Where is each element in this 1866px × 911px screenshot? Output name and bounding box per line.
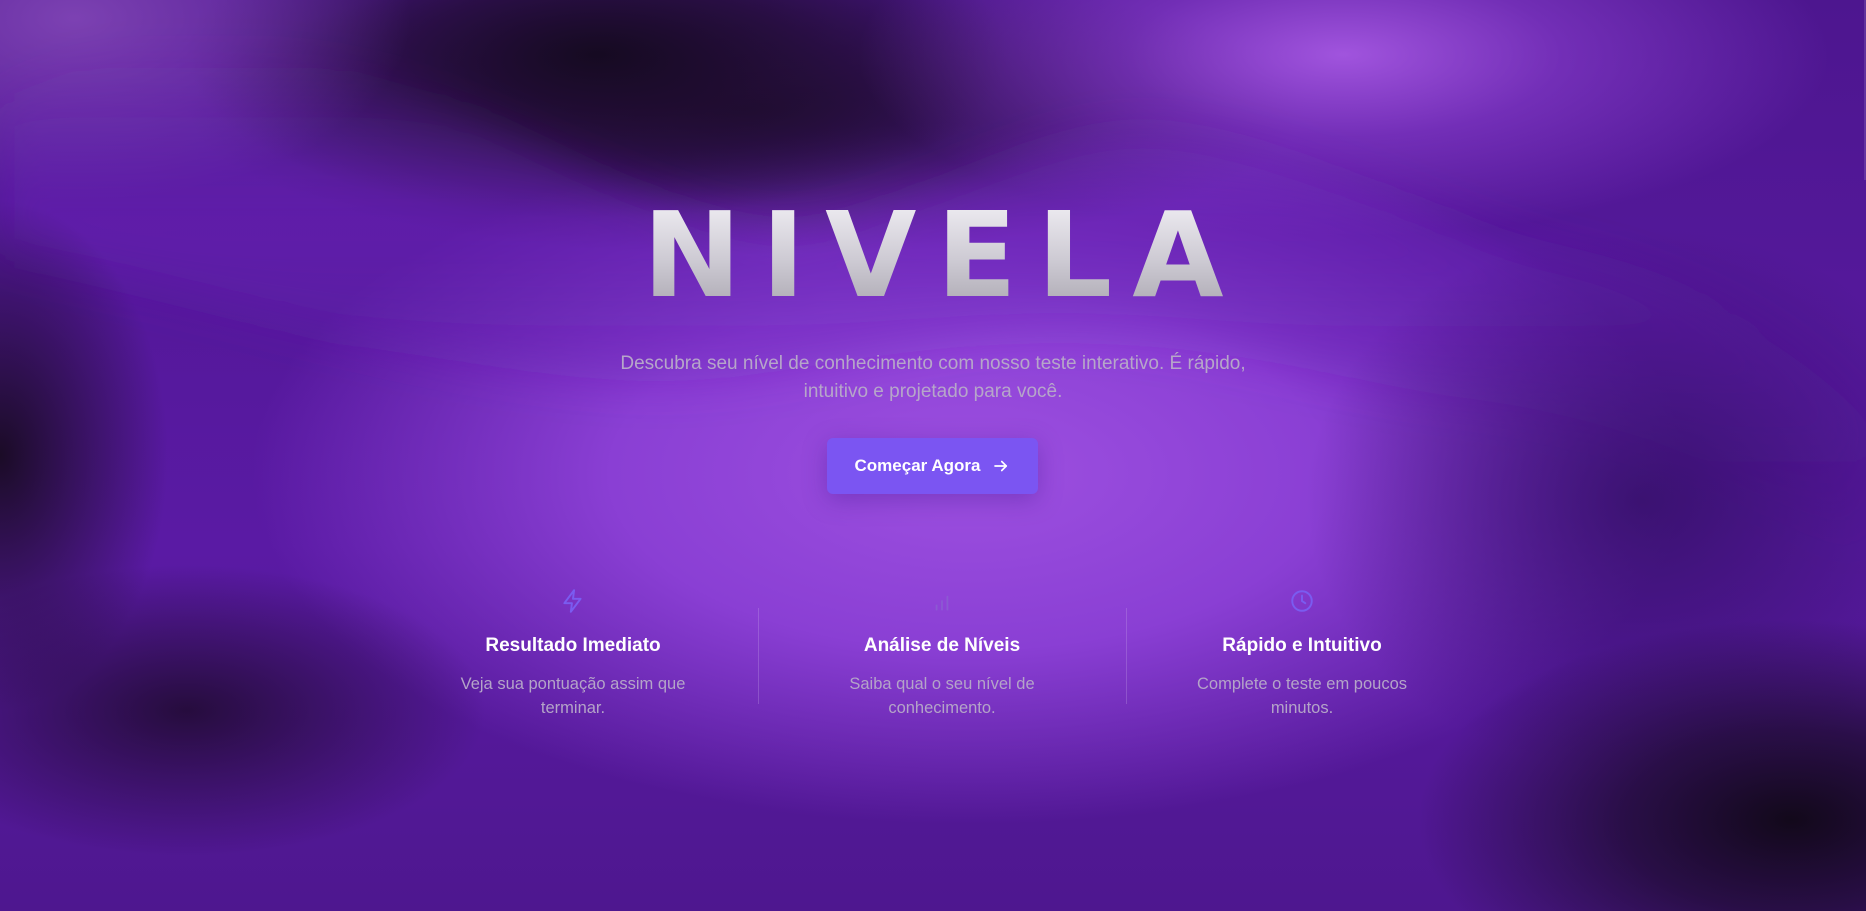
- hero-subtitle-line-2: intuitivo e projetado para você.: [803, 381, 1063, 402]
- feature-divider: [1126, 608, 1127, 704]
- features-row: Resultado Imediato Veja sua pontuação as…: [0, 588, 1866, 738]
- feature-title: Análise de Níveis: [863, 635, 1021, 656]
- arrow-right-icon: [992, 457, 1010, 475]
- feature-description: Saiba qual o seu nível de conhecimento.: [797, 672, 1087, 720]
- feature-level-analysis: Análise de Níveis Saiba qual o seu nível…: [797, 588, 1087, 720]
- feature-immediate-result: Resultado Imediato Veja sua pontuação as…: [428, 588, 718, 720]
- feature-description-line-1: Veja sua pontuação assim que: [460, 675, 686, 693]
- hero-section: NIVELA Descubra seu nível de conheciment…: [0, 0, 1866, 911]
- feature-description: Complete o teste em poucos minutos.: [1157, 672, 1447, 720]
- feature-description-line-1: Complete o teste em poucos: [1196, 675, 1408, 693]
- hero-subtitle-line-1: Descubra seu nível de conhecimento com n…: [620, 353, 1246, 374]
- start-now-button-label: Começar Agora: [854, 456, 981, 475]
- lightning-icon: [428, 588, 718, 616]
- feature-fast-intuitive: Rápido e Intuitivo Complete o teste em p…: [1157, 588, 1447, 720]
- feature-description-line-2: terminar.: [540, 699, 606, 717]
- hero-subtitle: Descubra seu nível de conhecimento com n…: [583, 350, 1283, 406]
- feature-title: Resultado Imediato: [485, 635, 661, 656]
- feature-description-line-2: minutos.: [1270, 699, 1334, 717]
- feature-description: Veja sua pontuação assim que terminar.: [428, 672, 718, 720]
- feature-title: Rápido e Intuitivo: [1222, 635, 1382, 656]
- clock-icon: [1157, 588, 1447, 616]
- feature-description-line-2: conhecimento.: [888, 699, 996, 717]
- bar-chart-icon: [797, 588, 1087, 616]
- feature-divider: [758, 608, 759, 704]
- start-now-button[interactable]: Começar Agora: [827, 438, 1038, 494]
- hero-content: NIVELA Descubra seu nível de conheciment…: [0, 0, 1866, 911]
- feature-description-line-1: Saiba qual o seu nível de: [849, 675, 1035, 693]
- brand-logo: NIVELA: [0, 196, 1866, 314]
